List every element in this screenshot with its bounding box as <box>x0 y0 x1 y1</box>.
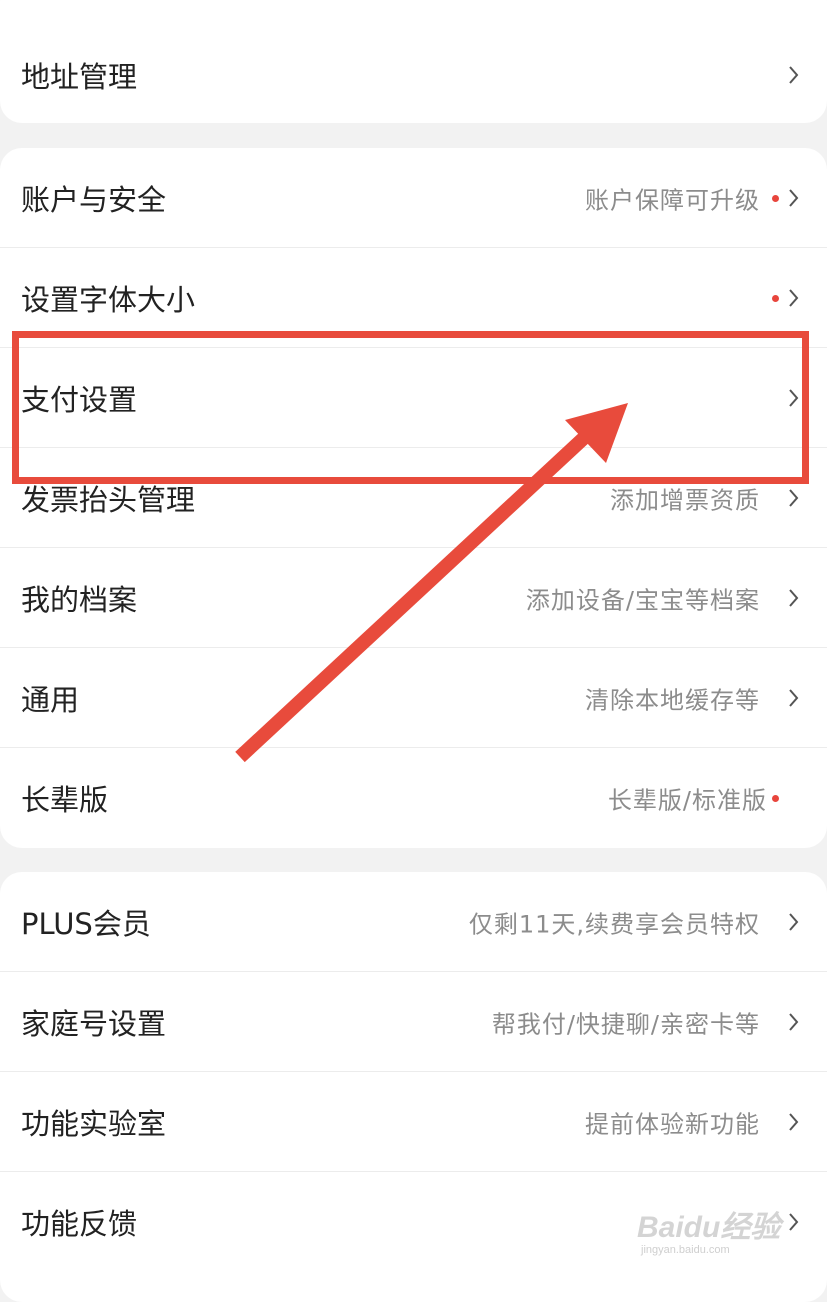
row-value: 添加增票资质 <box>610 486 760 515</box>
feature-lab-row[interactable]: 功能实验室 提前体验新功能 <box>0 1072 827 1172</box>
settings-card-2: 账户与安全 账户保障可升级 设置字体大小 支付设置 发票抬头管理 添加增票资质 … <box>0 148 827 848</box>
baidu-watermark: Baidu经验 jingyan.baidu.com <box>633 1192 783 1264</box>
address-management-row[interactable]: 地址管理 <box>0 25 827 123</box>
chevron-right-icon <box>789 689 799 707</box>
plus-member-row[interactable]: PLUS会员 仅剩11天,续费享会员特权 <box>0 872 827 972</box>
red-dot-icon <box>772 795 779 802</box>
row-label: 地址管理 <box>21 60 138 94</box>
chevron-right-icon <box>789 1013 799 1031</box>
row-value: 添加设备/宝宝等档案 <box>525 586 760 615</box>
highlight-box <box>12 331 809 484</box>
row-label: 功能实验室 <box>21 1107 167 1141</box>
chevron-right-icon <box>789 1113 799 1131</box>
chevron-right-icon <box>789 189 799 207</box>
row-value: 仅剩11天,续费享会员特权 <box>468 910 760 939</box>
row-label: 长辈版 <box>21 783 109 817</box>
family-account-row[interactable]: 家庭号设置 帮我付/快捷聊/亲密卡等 <box>0 972 827 1072</box>
chevron-right-icon <box>789 1213 799 1231</box>
row-label: PLUS会员 <box>21 907 151 941</box>
row-value: 长辈版/标准版 <box>607 786 767 815</box>
chevron-right-icon <box>789 589 799 607</box>
watermark-url: jingyan.baidu.com <box>641 1244 730 1256</box>
chevron-right-icon <box>789 66 799 84</box>
row-label: 账户与安全 <box>21 183 167 217</box>
red-dot-icon <box>772 295 779 302</box>
chevron-right-icon <box>789 289 799 307</box>
row-label: 我的档案 <box>21 583 138 617</box>
row-value: 提前体验新功能 <box>585 1110 760 1139</box>
watermark-logo: Baidu经验 <box>637 1211 781 1244</box>
row-label: 设置字体大小 <box>21 283 196 317</box>
row-label: 功能反馈 <box>21 1207 138 1241</box>
general-row[interactable]: 通用 清除本地缓存等 <box>0 648 827 748</box>
chevron-right-icon <box>789 489 799 507</box>
row-value: 账户保障可升级 <box>585 186 760 215</box>
elder-mode-row[interactable]: 长辈版 长辈版/标准版 <box>0 748 827 848</box>
account-security-row[interactable]: 账户与安全 账户保障可升级 <box>0 148 827 248</box>
row-label: 家庭号设置 <box>21 1007 167 1041</box>
chevron-right-icon <box>789 913 799 931</box>
row-value: 帮我付/快捷聊/亲密卡等 <box>491 1010 760 1039</box>
red-dot-icon <box>772 195 779 202</box>
my-profile-row[interactable]: 我的档案 添加设备/宝宝等档案 <box>0 548 827 648</box>
row-label: 通用 <box>21 683 80 717</box>
settings-card-1: 地址管理 <box>0 0 827 123</box>
row-value: 清除本地缓存等 <box>585 686 760 715</box>
